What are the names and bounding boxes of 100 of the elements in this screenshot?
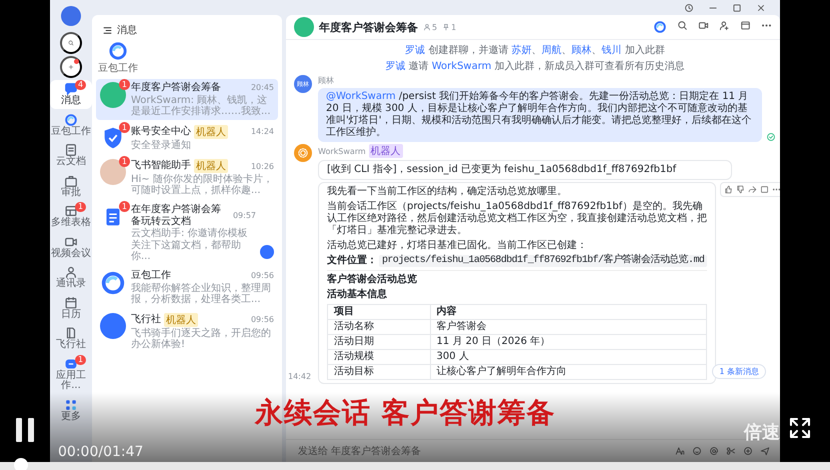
chat-list-item[interactable]: 1 年度客户答谢会筹备 20:45 WorkSwarm: 顾林、钱凯，这是最近工作安排请求……我致...: [96, 79, 278, 120]
table-cell: 活动名称: [328, 320, 430, 334]
unread-badge: 1: [118, 122, 130, 133]
search-button[interactable]: [60, 32, 82, 54]
message-text: 当前会话工作区（projects/feishu_1a0568dbd1f_ff87692fb1bf）是空的。我先确认工作区绝对路径，然后创建活动总览文档工作区为空，我直接创建活动总览文档，把「灯塔日」基准完整记录进去。: [327, 201, 708, 237]
chat-name: 年度客户答谢会筹备: [131, 82, 221, 94]
user-avatar[interactable]: [61, 6, 81, 26]
table-cell: 活动目标: [328, 364, 430, 380]
notification-dot: [74, 59, 79, 64]
group-avatar: [100, 82, 126, 108]
people-icon: [423, 23, 431, 31]
file-label: 文件位置：: [327, 255, 377, 267]
progress-handle[interactable]: [14, 458, 28, 470]
table-cell: 客户答谢会: [430, 320, 707, 334]
table-header: 内容: [430, 304, 707, 320]
nav-item[interactable]: 飞行社: [50, 324, 92, 352]
nav-item[interactable]: 豆包工作: [50, 110, 92, 139]
nav-item[interactable]: 更多: [50, 396, 92, 424]
chat-time: 20:45: [250, 83, 274, 92]
message-text: 我先看一下当前工作区的结构，确定活动总览放哪里。: [327, 186, 568, 198]
chat-name: 飞行社: [131, 314, 161, 326]
thumbs-down-icon: [736, 185, 746, 194]
app-icon: [64, 356, 78, 370]
message-input[interactable]: 发送给 年度客户答谢会筹备: [296, 444, 667, 458]
chat-list-item[interactable]: 1 飞书智能助手 机器人 10:26 Hi~ 随你你发的限时体验卡片，可随时设置上点，抓样你趣...: [96, 156, 278, 200]
bot-tag: 机器人: [368, 144, 403, 158]
close-icon: [756, 2, 766, 12]
nav-item[interactable]: 视频会议: [50, 232, 92, 261]
nav-item[interactable]: 多维表格 1: [50, 202, 92, 230]
chat-name: 豆包工作: [131, 270, 171, 282]
swirl-icon: [100, 270, 126, 296]
table-header: 项目: [328, 304, 430, 320]
unread-badge: 1: [118, 156, 130, 168]
message-bubble: @WorkSwarm /persist 我们开始筹备今年的客户答谢会。先建一份活动总览：日期定在 11 月 20 日，规模 300 人，目标是让核心客户了解明年合作方向。我们内部把这个不可随意改动的基准叫'灯塔日'，日期、规模和活动范围只有我明确确认后才能变。请把总览整理好，后续都在这个工作区维护。: [318, 88, 762, 142]
sender-name: WorkSwarm: [318, 146, 366, 156]
grid-icon: [64, 398, 78, 412]
chat-bubble-icon: [64, 82, 78, 96]
gear-icon: [297, 147, 309, 159]
add-circle-icon: [743, 446, 753, 456]
send-icon: [760, 446, 770, 456]
thumbs-up-icon: [724, 185, 734, 194]
chat-name: 账号安全中心: [131, 126, 191, 138]
read-check-icon: [766, 132, 776, 142]
chat-list-item[interactable]: 豆包工作 09:56 我能帮你解答企业知识，整理周报，分析数据，处理各类工...: [96, 267, 278, 308]
pin-icon: [442, 23, 450, 31]
text-format-icon: [675, 446, 685, 456]
nav-item[interactable]: 通讯录: [50, 263, 92, 292]
maximize-icon: [732, 2, 742, 12]
file-path: projects/feishu_1a0568dbd1f_ff87692fb1bf/客户答谢会活动总览.md: [379, 255, 708, 267]
fullscreen-icon: [788, 416, 812, 440]
unread-badge: 1: [75, 354, 86, 364]
table-icon: [64, 204, 78, 218]
chat-time: 10:26: [250, 162, 274, 171]
new-messages-button[interactable]: 1 条新消息: [712, 364, 766, 379]
table-cell: 活动规模: [328, 350, 430, 364]
chat-list-item[interactable]: 1 账号安全中心 机器人 14:24 安全登录通知: [96, 122, 278, 154]
message-text: 活动总览已建好，灯塔日基准已固化。当前工作区已创建：: [327, 240, 588, 252]
system-message: 罗诚 邀请 WorkSwarm 加入此群，新成员入群可查看所有历史消息: [384, 60, 686, 73]
sidebar-icon: [740, 20, 751, 31]
scissors-icon: [726, 446, 736, 456]
table-cell: 让核心客户了解明年合作方向: [430, 364, 707, 380]
shortcut-button[interactable]: 豆包工作: [96, 41, 140, 77]
nav-item[interactable]: 审批: [50, 172, 92, 200]
table-cell: 活动日期: [328, 334, 430, 350]
chat-preview: Hi~ 随你你发的限时体验卡片，可随时设置上点，抓样你趣...: [131, 174, 274, 196]
video-camera-icon: [698, 20, 709, 31]
chat-list-item[interactable]: 1 在年度客户答谢会筹备玩转云文档 09:57 云文档助手: 你邀请你模板关注下这篇文档，都帮助你...: [96, 201, 278, 265]
bot-tag: 机器人: [164, 312, 198, 327]
document-heading: 客户答谢会活动总览: [327, 270, 708, 286]
nav-item[interactable]: 消息 4: [50, 80, 92, 108]
add-button[interactable]: [60, 56, 82, 78]
briefcase-icon: [64, 174, 78, 188]
unread-badge: 1: [118, 79, 130, 90]
swirl-icon: [108, 41, 128, 61]
swirl-icon: [64, 112, 78, 126]
nav-item[interactable]: 云文档: [50, 141, 92, 170]
unread-badge: 1: [118, 201, 130, 212]
mention-icon: [709, 446, 719, 456]
nav-item[interactable]: 日历: [50, 294, 92, 322]
section-heading: 活动基本信息: [327, 289, 388, 301]
chat-list-item[interactable]: 飞行社 机器人 09:56 飞书骑手们逐天之路，开启您的办公新体验!: [96, 310, 278, 354]
chat-time: 09:56: [250, 315, 274, 324]
emoji-icon: [692, 446, 702, 456]
chat-title: 年度客户答谢会筹备: [319, 20, 418, 34]
subtitle: 永续会话 客户答谢筹备: [255, 395, 556, 431]
photo-placeholder: [100, 159, 126, 186]
add-member-icon: [719, 20, 730, 31]
chat-time: 09:57: [232, 211, 256, 220]
chat-preview: 我能帮你解答企业知识，整理周报，分析数据，处理各类工...: [131, 282, 272, 305]
message-time: 14:42: [288, 372, 312, 381]
pin-count: 1: [451, 22, 456, 32]
message-text: [收到 CLI 指令]，session_id 已变更为 feishu_1a0568dbd1f_ff87692fb1bf: [327, 164, 678, 176]
swirl-icon: [653, 20, 667, 34]
nav-item[interactable]: 应用工作... 1: [50, 354, 92, 394]
person-icon: [64, 265, 78, 279]
calendar-icon: [64, 296, 78, 310]
chat-preview: 安全登录通知: [131, 140, 192, 152]
sender-name: 顾林: [318, 75, 335, 86]
book-icon: [64, 326, 78, 340]
chat-time: 14:24: [250, 127, 274, 136]
